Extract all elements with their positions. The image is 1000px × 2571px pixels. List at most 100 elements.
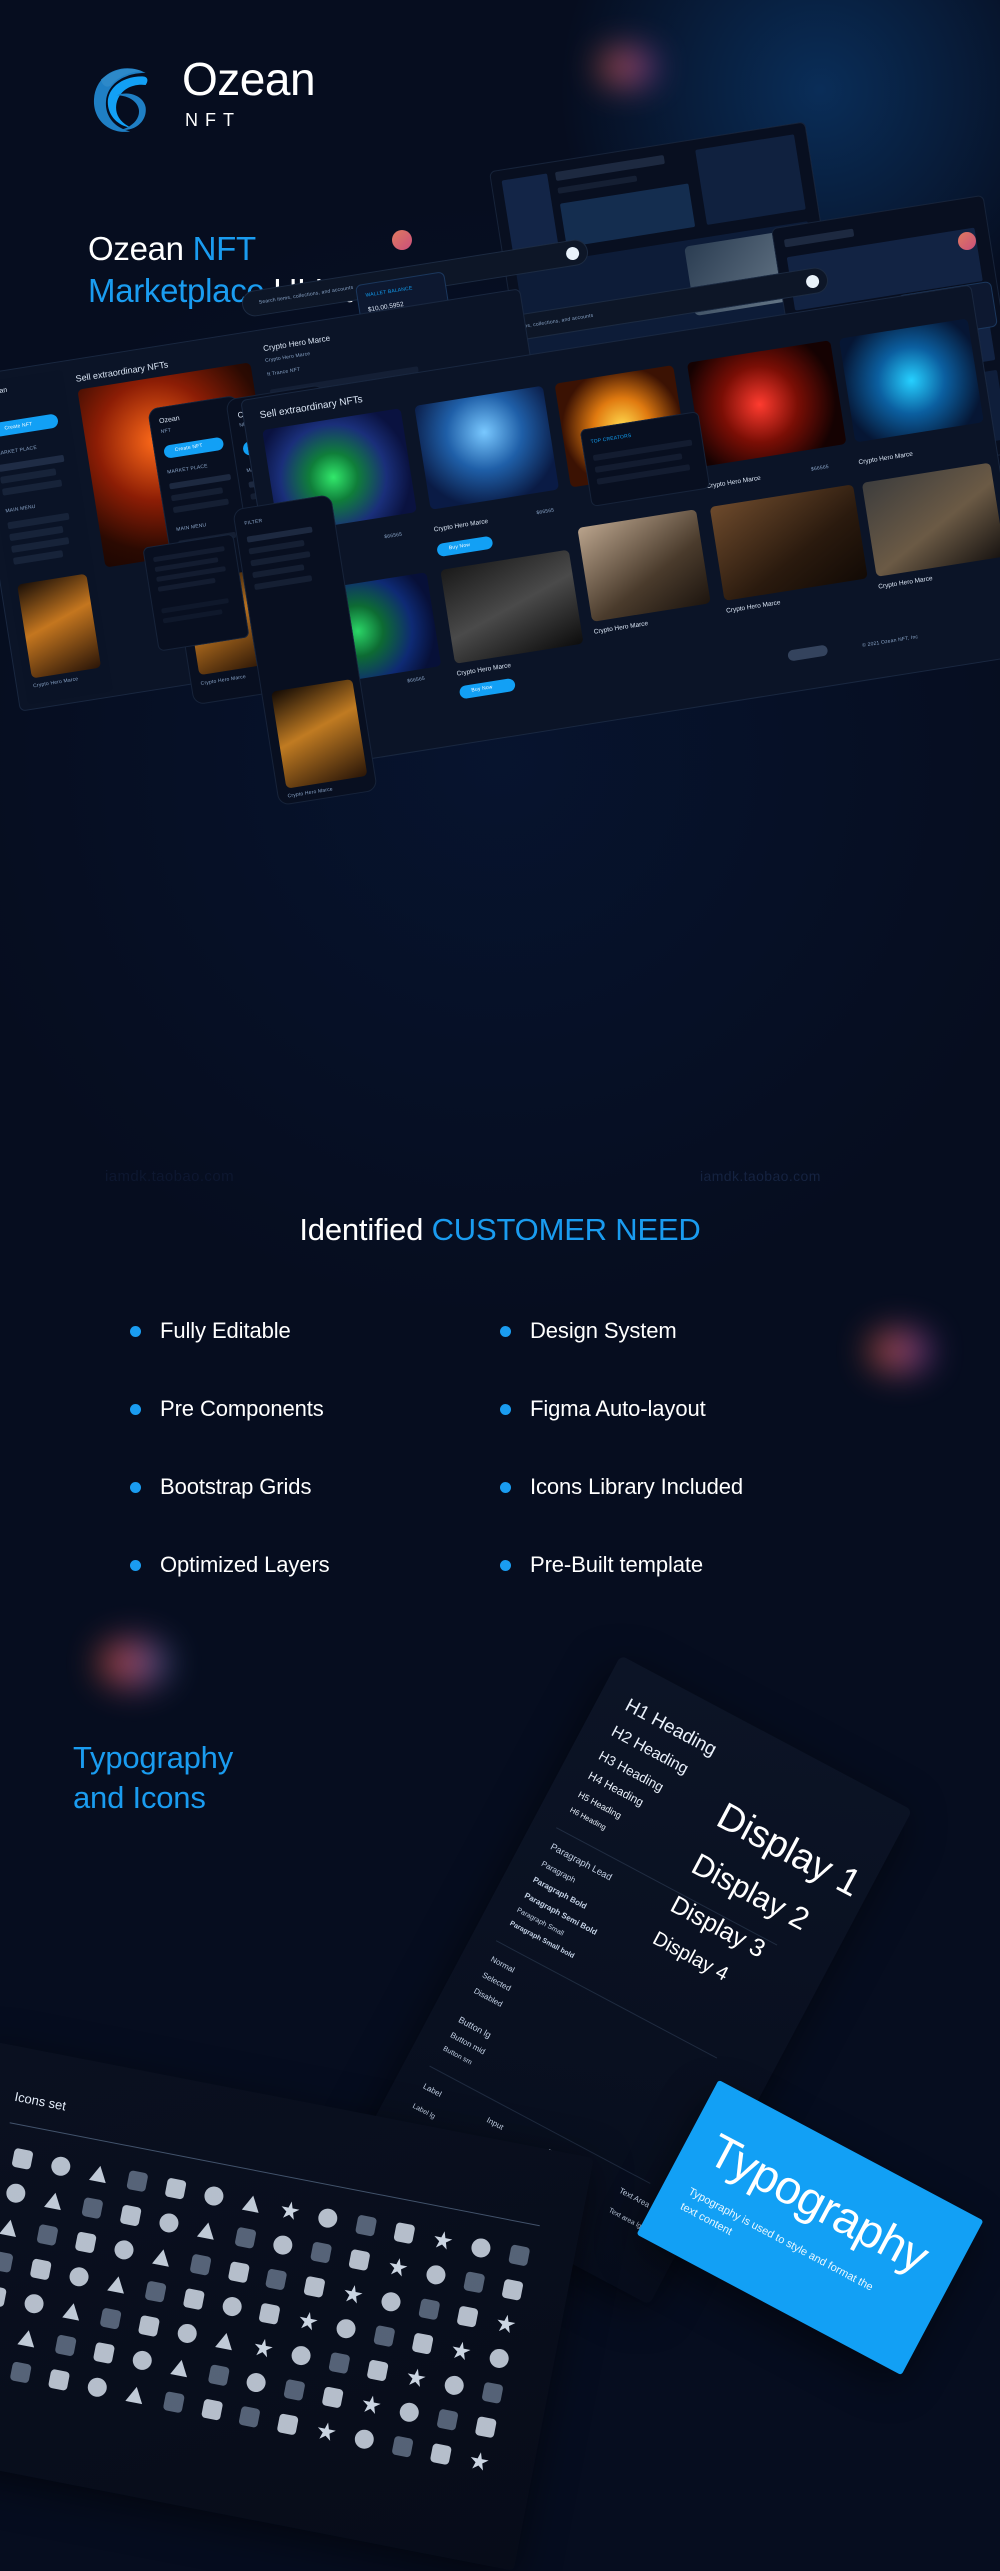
- icon-swatch: [495, 2313, 517, 2335]
- icon-swatch: [5, 2182, 27, 2204]
- bullet-icon: [130, 1404, 141, 1415]
- icon-swatch: [265, 2268, 287, 2290]
- icon-swatch: [0, 2251, 14, 2273]
- icon-swatch: [252, 2337, 274, 2359]
- brand-name: Ozean: [182, 56, 315, 102]
- spec-state-normal: Normal: [489, 1955, 516, 1975]
- icon-swatch: [245, 2371, 267, 2393]
- section-heading-typography: Typography and Icons: [73, 1738, 233, 1817]
- icon-swatch: [30, 2258, 52, 2280]
- spec-textarea-lg: Text area lg: [607, 2207, 642, 2230]
- icon-swatch: [355, 2215, 377, 2237]
- list-item: Figma Auto-layout: [500, 1396, 870, 1422]
- icon-swatch: [0, 2285, 7, 2307]
- icon-swatch: [164, 2177, 186, 2199]
- search-icon: [565, 246, 580, 261]
- nft-image: [710, 484, 868, 601]
- icon-swatch: [113, 2239, 135, 2261]
- typography-heading-line-1: Typography: [73, 1738, 233, 1778]
- icon-swatch: [470, 2237, 492, 2259]
- icon-swatch: [468, 2450, 490, 2472]
- icon-swatch: [297, 2310, 319, 2332]
- bullet-icon: [500, 1404, 511, 1415]
- icon-swatch: [131, 2349, 153, 2371]
- list-item: Pre Components: [130, 1396, 500, 1422]
- icon-swatch: [61, 2300, 83, 2322]
- avatar: [392, 230, 412, 250]
- bullet-icon: [130, 1560, 141, 1571]
- icon-swatch: [9, 2361, 31, 2383]
- nft-image: [687, 340, 847, 466]
- icon-swatch: [137, 2315, 159, 2337]
- icon-swatch: [99, 2307, 121, 2329]
- icon-swatch: [360, 2394, 382, 2416]
- bullet-icon: [130, 1326, 141, 1337]
- feature-list: Fully Editable Design System Pre Compone…: [130, 1318, 890, 1578]
- icon-swatch: [463, 2271, 485, 2293]
- decorative-glow: [600, 48, 655, 86]
- icon-swatch: [432, 2229, 454, 2251]
- list-item: Fully Editable: [130, 1318, 500, 1344]
- icon-swatch: [393, 2222, 415, 2244]
- icon-swatch: [412, 2332, 434, 2354]
- list-item: Pre-Built template: [500, 1552, 870, 1578]
- icon-swatch: [342, 2283, 364, 2305]
- icon-swatch: [196, 2219, 218, 2241]
- icon-swatch: [481, 2382, 503, 2404]
- nft-image: [414, 386, 559, 510]
- icon-swatch: [277, 2413, 299, 2435]
- icon-swatch: [93, 2342, 115, 2364]
- pagination[interactable]: [787, 644, 828, 661]
- icon-swatch: [475, 2416, 497, 2438]
- icon-swatch: [158, 2212, 180, 2234]
- typography-heading-line-2: and Icons: [73, 1778, 233, 1818]
- icons-grid: [0, 2146, 540, 2475]
- icon-swatch: [144, 2280, 166, 2302]
- icon-swatch: [443, 2374, 465, 2396]
- nft-image: [577, 509, 710, 622]
- brand-logo: Ozean NFT: [82, 50, 382, 150]
- icon-swatch: [36, 2224, 58, 2246]
- watermark-right: iamdk.taobao.com: [700, 1168, 821, 1184]
- icon-swatch: [176, 2322, 198, 2344]
- icon-swatch: [335, 2318, 357, 2340]
- brand-sub: NFT: [185, 110, 315, 131]
- icon-swatch: [48, 2369, 70, 2391]
- nft-image: [839, 318, 984, 442]
- watermark-left: iamdk.taobao.com: [105, 1168, 234, 1185]
- decorative-glow: [100, 1640, 168, 1686]
- icon-swatch: [202, 2185, 224, 2207]
- icon-swatch: [349, 2249, 371, 2271]
- nft-image: [440, 550, 583, 664]
- icon-swatch: [81, 2197, 103, 2219]
- bullet-icon: [500, 1326, 511, 1337]
- icon-swatch: [405, 2367, 427, 2389]
- list-item: Design System: [500, 1318, 870, 1344]
- icon-swatch: [119, 2204, 141, 2226]
- icon-swatch: [353, 2428, 375, 2450]
- icon-swatch: [315, 2421, 337, 2443]
- mockup-info-panel: [142, 533, 249, 651]
- spec-textarea: Text Area: [618, 2186, 652, 2210]
- icon-swatch: [284, 2379, 306, 2401]
- icon-swatch: [508, 2244, 530, 2266]
- product-mockups-collage: Search items, collections, and accounts …: [0, 170, 1000, 1070]
- ozean-wave-logo-icon: [82, 54, 168, 140]
- icon-swatch: [106, 2273, 128, 2295]
- list-item: Optimized Layers: [130, 1552, 500, 1578]
- icon-swatch: [239, 2406, 261, 2428]
- icon-swatch: [488, 2347, 510, 2369]
- brand-wordmark: Ozean NFT: [182, 56, 315, 131]
- nft-image: [862, 463, 1000, 577]
- icon-swatch: [182, 2288, 204, 2310]
- avatar: [958, 232, 976, 250]
- icon-swatch: [189, 2254, 211, 2276]
- bullet-icon: [500, 1482, 511, 1493]
- icon-swatch: [43, 2189, 65, 2211]
- icon-swatch: [169, 2357, 191, 2379]
- icon-swatch: [241, 2192, 263, 2214]
- icon-swatch: [457, 2306, 479, 2328]
- icon-swatch: [310, 2241, 332, 2263]
- icon-swatch: [201, 2398, 223, 2420]
- icon-swatch: [501, 2279, 523, 2301]
